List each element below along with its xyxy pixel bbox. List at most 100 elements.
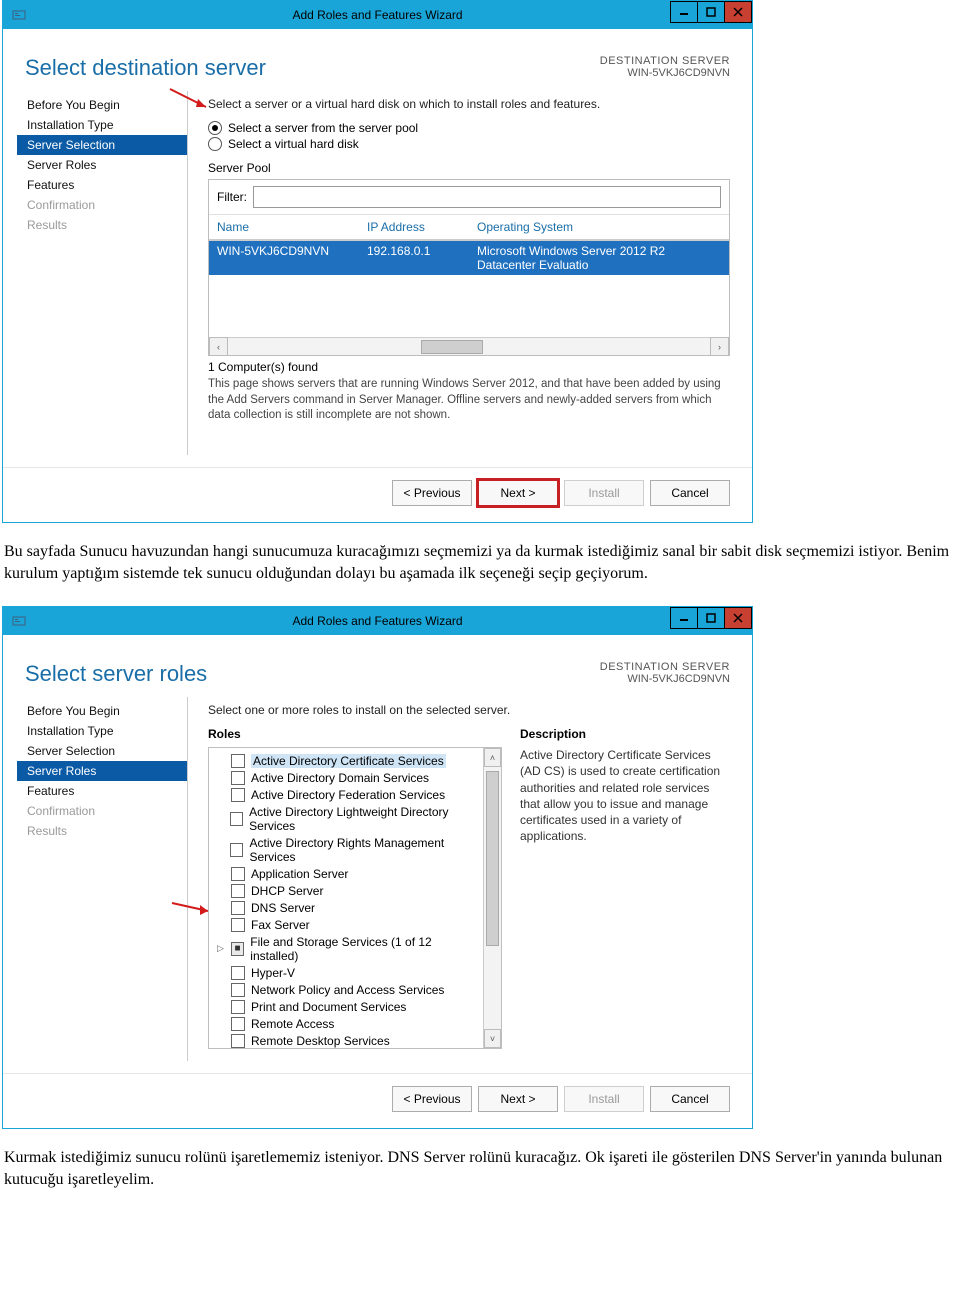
server-pool-box: Filter: Name IP Address Operating System… (208, 179, 730, 356)
nav-installation-type[interactable]: Installation Type (17, 115, 187, 135)
nav-before-you-begin[interactable]: Before You Begin (17, 701, 187, 721)
role-item-dhcp[interactable]: DHCP Server (211, 882, 481, 899)
role-item-app-server[interactable]: Application Server (211, 865, 481, 882)
grid-header: Name IP Address Operating System (209, 215, 729, 241)
description-text: Active Directory Certificate Services (A… (520, 747, 730, 844)
nav-confirmation: Confirmation (17, 195, 187, 215)
checkbox-icon[interactable] (231, 867, 245, 881)
wizard-nav: Before You Begin Installation Type Serve… (17, 91, 188, 455)
previous-button[interactable]: < Previous (392, 480, 472, 506)
radio-label: Select a virtual hard disk (228, 137, 359, 151)
destination-server-box: DESTINATION SERVER WIN-5VKJ6CD9NVN (600, 661, 730, 687)
cell-name: WIN-5VKJ6CD9NVN (217, 244, 367, 272)
scroll-track[interactable] (228, 338, 710, 355)
article-paragraph-2: Kurmak istediğimiz sunucu rolünü işaretl… (4, 1147, 956, 1190)
title-bar[interactable]: Add Roles and Features Wizard (3, 1, 752, 29)
role-item-ad-rms[interactable]: Active Directory Rights Management Servi… (211, 834, 481, 865)
checkbox-icon[interactable] (231, 983, 245, 997)
col-name[interactable]: Name (217, 220, 367, 234)
nav-features[interactable]: Features (17, 175, 187, 195)
close-button[interactable] (724, 607, 752, 629)
next-button[interactable]: Next > (478, 1086, 558, 1112)
col-os[interactable]: Operating System (477, 220, 721, 234)
checkbox-icon[interactable] (230, 843, 243, 857)
radio-server-pool[interactable]: Select a server from the server pool (208, 121, 730, 135)
nav-features[interactable]: Features (17, 781, 187, 801)
role-item-rds[interactable]: Remote Desktop Services (211, 1032, 481, 1048)
minimize-button[interactable] (670, 1, 698, 23)
next-button[interactable]: Next > (478, 480, 558, 506)
expand-icon[interactable]: ▷ (217, 943, 225, 954)
checkbox-icon[interactable] (231, 966, 245, 980)
destination-server-box: DESTINATION SERVER WIN-5VKJ6CD9NVN (600, 55, 730, 81)
cancel-button[interactable]: Cancel (650, 1086, 730, 1112)
server-pool-label: Server Pool (208, 161, 730, 175)
checkbox-icon[interactable] (231, 918, 245, 932)
scroll-down-icon[interactable]: ˅ (484, 1029, 501, 1048)
role-item-remote-access[interactable]: Remote Access (211, 1015, 481, 1032)
server-row[interactable]: WIN-5VKJ6CD9NVN 192.168.0.1 Microsoft Wi… (209, 241, 729, 275)
vertical-scrollbar[interactable]: ˄ ˅ (483, 748, 501, 1048)
checkbox-icon[interactable] (231, 1034, 245, 1048)
destination-server-value: WIN-5VKJ6CD9NVN (600, 67, 730, 79)
nav-confirmation: Confirmation (17, 801, 187, 821)
maximize-button[interactable] (697, 1, 725, 23)
checkbox-icon[interactable] (231, 754, 245, 768)
role-item-ad-ds[interactable]: Active Directory Domain Services (211, 769, 481, 786)
checkbox-icon[interactable] (230, 812, 243, 826)
page-title: Select server roles (25, 661, 207, 687)
checkbox-icon[interactable] (231, 788, 245, 802)
checkbox-icon[interactable] (231, 884, 245, 898)
destination-server-value: WIN-5VKJ6CD9NVN (600, 673, 730, 685)
role-item-file-storage[interactable]: ▷■File and Storage Services (1 of 12 ins… (211, 933, 481, 964)
checkbox-icon[interactable] (231, 1017, 245, 1031)
title-bar[interactable]: Add Roles and Features Wizard (3, 607, 752, 635)
role-item-ad-cs[interactable]: Active Directory Certificate Services (211, 752, 481, 769)
filter-input[interactable] (253, 186, 721, 208)
role-item-ad-lds[interactable]: Active Directory Lightweight Directory S… (211, 803, 481, 834)
nav-server-selection[interactable]: Server Selection (17, 741, 187, 761)
role-item-print[interactable]: Print and Document Services (211, 998, 481, 1015)
nav-installation-type[interactable]: Installation Type (17, 721, 187, 741)
nav-before-you-begin[interactable]: Before You Begin (17, 95, 187, 115)
radio-label: Select a server from the server pool (228, 121, 418, 135)
description-heading: Description (520, 727, 730, 741)
checkbox-icon[interactable] (231, 771, 245, 785)
help-text: This page shows servers that are running… (208, 377, 730, 424)
intro-text: Select a server or a virtual hard disk o… (208, 97, 730, 111)
scroll-thumb[interactable] (421, 340, 483, 354)
nav-server-roles[interactable]: Server Roles (17, 155, 187, 175)
cancel-button[interactable]: Cancel (650, 480, 730, 506)
cell-os: Microsoft Windows Server 2012 R2 Datacen… (477, 244, 721, 272)
page-title: Select destination server (25, 55, 266, 81)
checkbox-icon[interactable]: ■ (231, 942, 245, 956)
wizard-buttons: < Previous Next > Install Cancel (3, 467, 752, 522)
nav-server-roles[interactable]: Server Roles (17, 761, 187, 781)
checkbox-icon[interactable] (231, 1000, 245, 1014)
role-item-npas[interactable]: Network Policy and Access Services (211, 981, 481, 998)
wizard-nav: Before You Begin Installation Type Serve… (17, 697, 188, 1061)
minimize-button[interactable] (670, 607, 698, 629)
role-item-dns[interactable]: DNS Server (211, 899, 481, 916)
col-ip[interactable]: IP Address (367, 220, 477, 234)
scroll-up-icon[interactable]: ˄ (484, 748, 501, 767)
install-button: Install (564, 480, 644, 506)
checkbox-icon[interactable] (231, 901, 245, 915)
scroll-right-icon[interactable]: › (710, 337, 729, 356)
maximize-button[interactable] (697, 607, 725, 629)
filter-label: Filter: (217, 190, 247, 204)
radio-icon (208, 121, 222, 135)
role-item-hyperv[interactable]: Hyper-V (211, 964, 481, 981)
nav-server-selection[interactable]: Server Selection (17, 135, 187, 155)
wizard-buttons: < Previous Next > Install Cancel (3, 1073, 752, 1128)
scroll-left-icon[interactable]: ‹ (209, 337, 228, 356)
nav-results: Results (17, 215, 187, 235)
horizontal-scrollbar[interactable]: ‹ › (209, 337, 729, 355)
scroll-thumb[interactable] (486, 771, 499, 946)
intro-text: Select one or more roles to install on t… (208, 703, 730, 717)
previous-button[interactable]: < Previous (392, 1086, 472, 1112)
role-item-fax[interactable]: Fax Server (211, 916, 481, 933)
radio-virtual-hard-disk[interactable]: Select a virtual hard disk (208, 137, 730, 151)
close-button[interactable] (724, 1, 752, 23)
role-item-ad-fs[interactable]: Active Directory Federation Services (211, 786, 481, 803)
